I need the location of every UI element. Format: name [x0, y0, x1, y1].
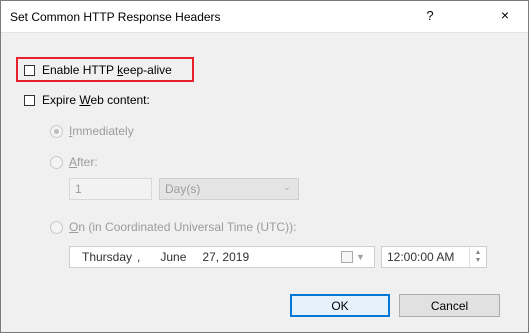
chevron-down-icon: ▼ [356, 252, 365, 262]
time-picker[interactable]: 12:00:00 AM ▲ ▼ [381, 246, 487, 268]
close-button[interactable]: × [496, 7, 514, 23]
date-separator: , [137, 250, 141, 264]
immediately-radio-row[interactable]: Immediately [50, 123, 134, 139]
keep-alive-checkbox-row[interactable]: Enable HTTP keep-alive [24, 62, 172, 78]
calendar-icon [341, 251, 353, 263]
time-spinner[interactable]: ▲ ▼ [469, 247, 486, 267]
date-month: June [160, 250, 187, 264]
after-label: After: [69, 155, 98, 169]
after-value-input[interactable]: 1 [69, 178, 152, 200]
expire-web-content-label: Expire Web content: [42, 93, 150, 107]
dialog-title: Set Common HTTP Response Headers [10, 10, 221, 24]
on-radio[interactable] [50, 220, 63, 234]
dialog: Set Common HTTP Response Headers ? × Ena… [0, 0, 529, 333]
date-picker[interactable]: Thursday , June 27, 2019 [69, 246, 375, 268]
expire-checkbox-row[interactable]: Expire Web content: [24, 92, 150, 108]
expire-web-content-checkbox[interactable] [24, 94, 35, 106]
after-unit-text: Day(s) [165, 182, 201, 196]
help-button[interactable]: ? [422, 8, 438, 23]
after-radio[interactable] [50, 155, 63, 169]
keep-alive-checkbox[interactable] [24, 64, 35, 76]
chevron-down-icon: ⌄ [282, 182, 291, 193]
spin-up-icon[interactable]: ▲ [475, 249, 482, 257]
after-unit-select[interactable]: Day(s) ⌄ [159, 178, 299, 200]
cancel-button[interactable]: Cancel [399, 294, 500, 317]
title-bar: Set Common HTTP Response Headers ? × [1, 1, 528, 33]
spin-down-icon[interactable]: ▼ [475, 257, 482, 265]
calendar-dropdown-button[interactable]: ▼ [341, 247, 369, 267]
on-radio-row[interactable]: On (in Coordinated Universal Time (UTC))… [50, 219, 296, 235]
immediately-label: Immediately [69, 124, 134, 138]
keep-alive-label: Enable HTTP keep-alive [42, 63, 172, 77]
after-value-text: 1 [75, 182, 82, 196]
on-label: On (in Coordinated Universal Time (UTC))… [69, 220, 297, 234]
immediately-radio[interactable] [50, 124, 63, 138]
time-value: 12:00:00 AM [387, 250, 455, 264]
date-weekday: Thursday [82, 250, 133, 264]
ok-button[interactable]: OK [290, 294, 390, 317]
after-radio-row[interactable]: After: [50, 154, 98, 170]
date-day-year: 27, 2019 [202, 250, 250, 264]
